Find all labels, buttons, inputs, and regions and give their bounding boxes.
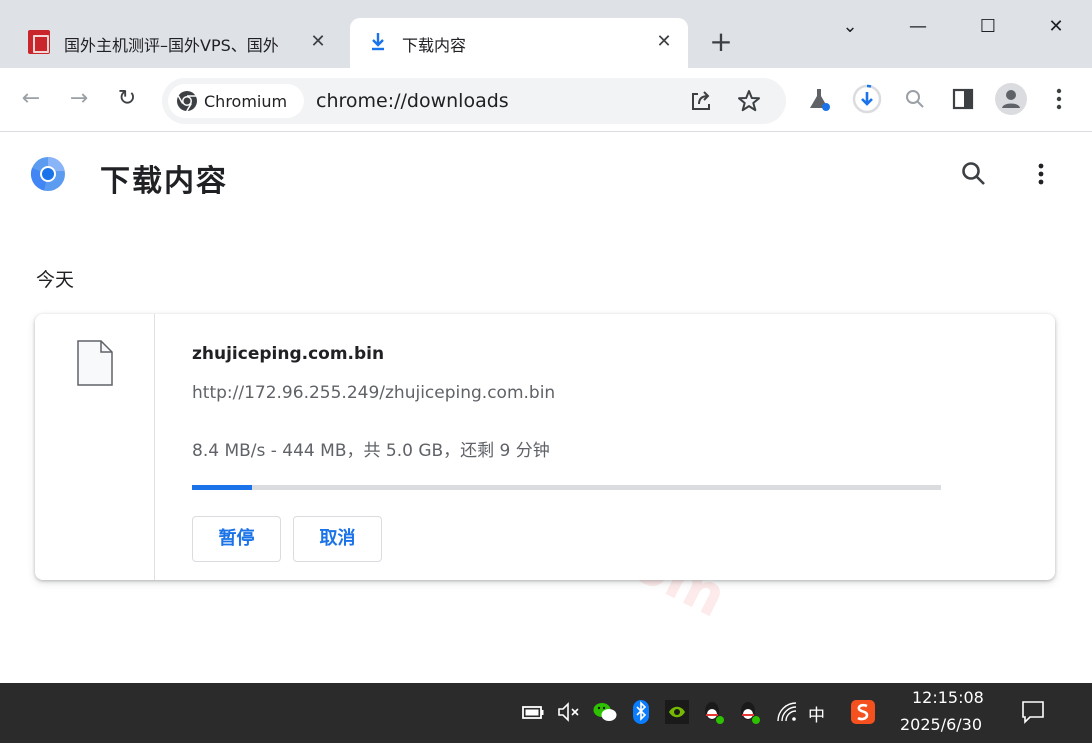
cancel-button[interactable]: 取消 [293,516,382,562]
downloads-button[interactable] [850,82,884,116]
file-icon-column [35,314,155,580]
share-icon[interactable] [688,88,714,114]
chromium-logo-icon [177,91,197,112]
volume-muted-icon[interactable] [556,699,582,725]
close-tab-icon[interactable]: ✕ [652,30,676,54]
forward-button[interactable]: → [64,84,94,114]
reload-button[interactable]: ↻ [112,84,142,114]
close-tab-icon[interactable]: ✕ [306,30,330,54]
bluetooth-icon[interactable] [628,699,654,725]
download-source-url[interactable]: http://172.96.255.249/zhujiceping.com.bi… [192,383,555,403]
tab-title: 下载内容 [402,36,467,55]
taskbar: 中 12:15:08 2025/6/30 [0,683,1092,743]
site-favicon-icon [28,30,50,54]
side-panel-icon [952,88,974,110]
tab-title: 国外主机测评–国外VPS、国外 [64,36,279,55]
clock-time[interactable]: 12:15:08 [912,688,984,707]
minimize-button[interactable]: — [898,12,938,42]
tab-downloads[interactable]: 下载内容 ✕ [350,18,688,68]
battery-icon[interactable] [520,699,546,725]
more-options-icon[interactable] [1027,160,1055,188]
qq-icon[interactable] [736,699,762,725]
download-progress-bar [192,485,941,490]
site-info-chip[interactable]: Chromium [168,84,304,118]
zoom-search-button[interactable] [898,82,932,116]
tab-search-button[interactable]: ⌄ [830,12,870,42]
maximize-button[interactable]: ☐ [968,12,1008,42]
browser-menu-button[interactable] [1042,82,1076,116]
sogou-ime-icon[interactable] [850,699,876,725]
flask-icon [810,89,830,111]
notification-center-icon[interactable] [1020,699,1046,725]
download-item-card: zhujiceping.com.bin http://172.96.255.24… [35,314,1055,580]
labs-flask-icon[interactable] [802,82,836,116]
kebab-menu-icon [1056,88,1062,110]
pause-button[interactable]: 暂停 [192,516,281,562]
nvidia-icon[interactable] [664,699,690,725]
search-icon[interactable] [960,160,988,188]
qq-icon[interactable] [700,699,726,725]
date-group-label: 今天 [36,269,75,291]
download-progress-icon [852,84,882,114]
url-text[interactable]: chrome://downloads [316,90,509,112]
close-window-button[interactable]: ✕ [1036,12,1076,42]
bookmark-star-icon[interactable] [736,88,762,114]
page-title: 下载内容 [100,164,228,199]
download-icon [372,33,384,51]
chromium-logo-icon [30,157,65,191]
tab-zhujiceping[interactable]: 国外主机测评–国外VPS、国外 ✕ [22,18,342,68]
clock-date[interactable]: 2025/6/30 [900,715,982,734]
chip-label: Chromium [204,91,288,111]
magnifier-icon [906,90,924,108]
input-method-indicator[interactable]: 中 [808,701,825,726]
download-status: 8.4 MB/s - 444 MB，共 5.0 GB，还剩 9 分钟 [192,441,550,461]
address-bar[interactable]: Chromium chrome://downloads [162,78,786,124]
wifi-icon[interactable] [774,699,800,725]
back-button[interactable]: ← [16,84,46,114]
download-progress-fill [192,485,252,490]
download-filename-link[interactable]: zhujiceping.com.bin [192,344,384,364]
tab-strip: 国外主机测评–国外VPS、国外 ✕ 下载内容 ✕ + ⌄ — ☐ ✕ [0,0,1092,68]
new-tab-button[interactable]: + [706,28,736,58]
side-panel-button[interactable] [946,82,980,116]
browser-toolbar: ← → ↻ Chromium chrome://downloads [0,68,1092,132]
wechat-icon[interactable] [592,699,618,725]
profile-button[interactable] [994,82,1028,116]
avatar-icon [995,83,1027,115]
file-icon [77,340,113,386]
